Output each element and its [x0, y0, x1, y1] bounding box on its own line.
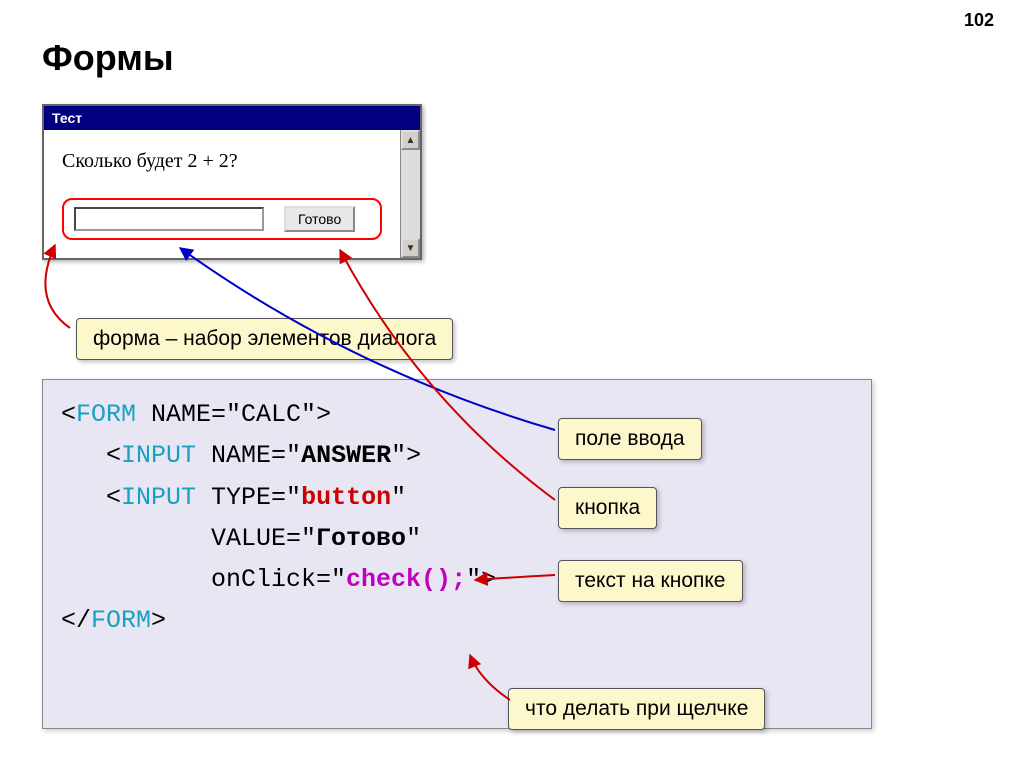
- callout-input-field: поле ввода: [558, 418, 702, 460]
- demo-window: Тест Сколько будет 2 + 2? Готово ▲ ▼: [42, 104, 422, 260]
- form-row-highlight: Готово: [62, 198, 382, 240]
- code-block: <FORM NAME="CALC"> <INPUT NAME="ANSWER">…: [42, 379, 872, 729]
- answer-input[interactable]: [74, 207, 264, 231]
- scroll-up-icon[interactable]: ▲: [401, 130, 420, 150]
- callout-button-text: текст на кнопке: [558, 560, 743, 602]
- scroll-down-icon[interactable]: ▼: [401, 238, 420, 258]
- callout-form: форма – набор элементов диалога: [76, 318, 453, 360]
- page-title: Формы: [42, 37, 174, 79]
- callout-button: кнопка: [558, 487, 657, 529]
- window-titlebar: Тест: [44, 106, 420, 130]
- vertical-scrollbar[interactable]: ▲ ▼: [400, 130, 420, 258]
- question-text: Сколько будет 2 + 2?: [62, 150, 382, 173]
- ready-button[interactable]: Готово: [284, 206, 355, 232]
- page-number: 102: [964, 10, 994, 31]
- scroll-track[interactable]: [401, 150, 420, 238]
- callout-onclick: что делать при щелчке: [508, 688, 765, 730]
